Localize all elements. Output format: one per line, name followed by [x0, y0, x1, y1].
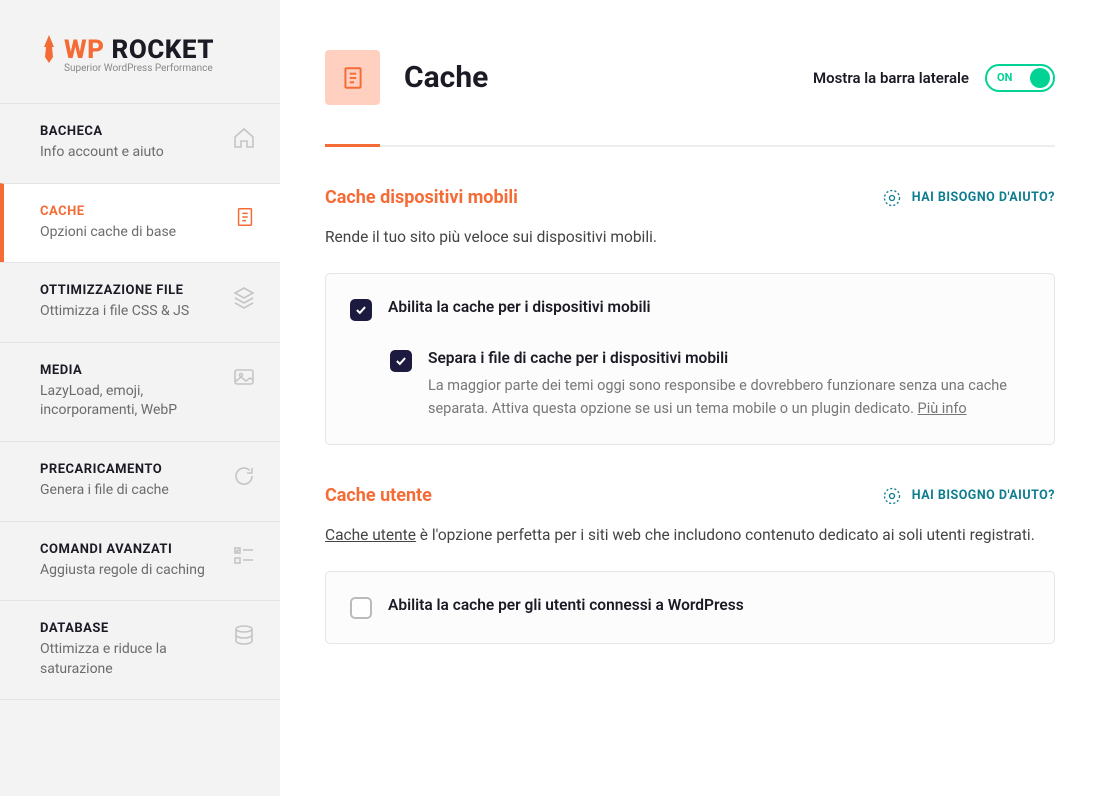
option-label: Abilita la cache per i dispositivi mobil…: [388, 298, 1030, 316]
help-link[interactable]: HAI BISOGNO D'AIUTO?: [882, 188, 1055, 208]
nav-preload[interactable]: PRECARICAMENTO Genera i file di cache: [0, 441, 280, 522]
help-label: HAI BISOGNO D'AIUTO?: [912, 488, 1055, 503]
nav-item-subtitle: Info account e aiuto: [40, 143, 222, 163]
checklist-icon: [232, 544, 256, 572]
section-title: Cache utente: [325, 485, 432, 506]
toggle-knob: [1030, 68, 1050, 88]
page-title: Cache: [404, 60, 488, 95]
section-mobile-cache: Cache dispositivi mobili HAI BISOGNO D'A…: [325, 147, 1055, 445]
nav-database[interactable]: DATABASE Ottimizza e riduce la saturazio…: [0, 600, 280, 700]
help-label: HAI BISOGNO D'AIUTO?: [912, 190, 1055, 205]
option-enable-user-cache: Abilita la cache per gli utenti connessi…: [350, 596, 1030, 619]
sidebar-toggle[interactable]: ON: [985, 64, 1055, 92]
check-icon: [394, 354, 408, 368]
checkbox-enable-mobile-cache[interactable]: [350, 299, 372, 321]
main-content: Cache Mostra la barra laterale ON Cache …: [280, 0, 1100, 796]
nav-item-subtitle: Opzioni cache di base: [40, 223, 224, 243]
nav-advanced-rules[interactable]: COMANDI AVANZATI Aggiusta regole di cach…: [0, 521, 280, 602]
section-title: Cache dispositivi mobili: [325, 187, 518, 208]
nav-item-title: COMANDI AVANZATI: [40, 542, 222, 557]
nav-item-subtitle: Genera i file di cache: [40, 481, 222, 501]
option-label: Abilita la cache per gli utenti connessi…: [388, 596, 1030, 614]
help-icon: [882, 188, 902, 208]
nav-item-subtitle: LazyLoad, emoji, incorporamenti, WebP: [40, 382, 222, 421]
page-header: Cache Mostra la barra laterale ON: [325, 50, 1055, 147]
nav-item-title: CACHE: [40, 204, 224, 219]
nav-item-title: MEDIA: [40, 363, 222, 378]
option-help-text: La maggior parte dei temi oggi sono resp…: [428, 375, 1030, 420]
refresh-icon: [232, 464, 256, 492]
brand-logo: WP ROCKET Superior WordPress Performance: [0, 35, 280, 104]
option-label: Separa i file di cache per i dispositivi…: [428, 349, 1030, 367]
option-group-user: Abilita la cache per gli utenti connessi…: [325, 571, 1055, 644]
layers-icon: [232, 285, 256, 313]
nav-item-title: OTTIMIZZAZIONE FILE: [40, 283, 222, 298]
page-icon: [325, 50, 380, 105]
section-description: Cache utente è l'opzione perfetta per i …: [325, 524, 1055, 547]
document-icon: [340, 65, 366, 91]
nav-file-optimization[interactable]: OTTIMIZZAZIONE FILE Ottimizza i file CSS…: [0, 262, 280, 343]
nav-item-subtitle: Ottimizza e riduce la saturazione: [40, 640, 222, 679]
nav-item-subtitle: Ottimizza i file CSS & JS: [40, 302, 222, 322]
nav-item-title: BACHECA: [40, 124, 222, 139]
toggle-on-label: ON: [997, 71, 1012, 84]
more-info-link[interactable]: Più info: [918, 400, 967, 417]
brand-name: WP ROCKET: [64, 35, 214, 65]
image-icon: [232, 365, 256, 393]
option-separate-mobile-cache: Separa i file di cache per i dispositivi…: [390, 349, 1030, 420]
sidebar: WP ROCKET Superior WordPress Performance…: [0, 0, 280, 796]
nav-dashboard[interactable]: BACHECA Info account e aiuto: [0, 103, 280, 184]
option-group-mobile: Abilita la cache per i dispositivi mobil…: [325, 273, 1055, 445]
sidebar-toggle-label: Mostra la barra laterale: [813, 69, 969, 87]
checkbox-separate-mobile-cache[interactable]: [390, 350, 412, 372]
checkbox-enable-user-cache[interactable]: [350, 597, 372, 619]
nav-item-title: DATABASE: [40, 621, 222, 636]
section-description: Rende il tuo sito più veloce sui disposi…: [325, 226, 1055, 249]
nav-item-subtitle: Aggiusta regole di caching: [40, 561, 222, 581]
database-icon: [232, 623, 256, 651]
rocket-icon: [40, 35, 58, 65]
home-icon: [232, 126, 256, 154]
nav-item-title: PRECARICAMENTO: [40, 462, 222, 477]
help-icon: [882, 486, 902, 506]
nav-cache[interactable]: CACHE Opzioni cache di base: [0, 183, 280, 264]
option-enable-mobile-cache: Abilita la cache per i dispositivi mobil…: [350, 298, 1030, 321]
section-user-cache: Cache utente HAI BISOGNO D'AIUTO? Cache …: [325, 445, 1055, 644]
check-icon: [354, 303, 368, 317]
user-cache-link[interactable]: Cache utente: [325, 526, 416, 544]
document-icon: [234, 206, 256, 232]
help-link[interactable]: HAI BISOGNO D'AIUTO?: [882, 486, 1055, 506]
nav-media[interactable]: MEDIA LazyLoad, emoji, incorporamenti, W…: [0, 342, 280, 442]
